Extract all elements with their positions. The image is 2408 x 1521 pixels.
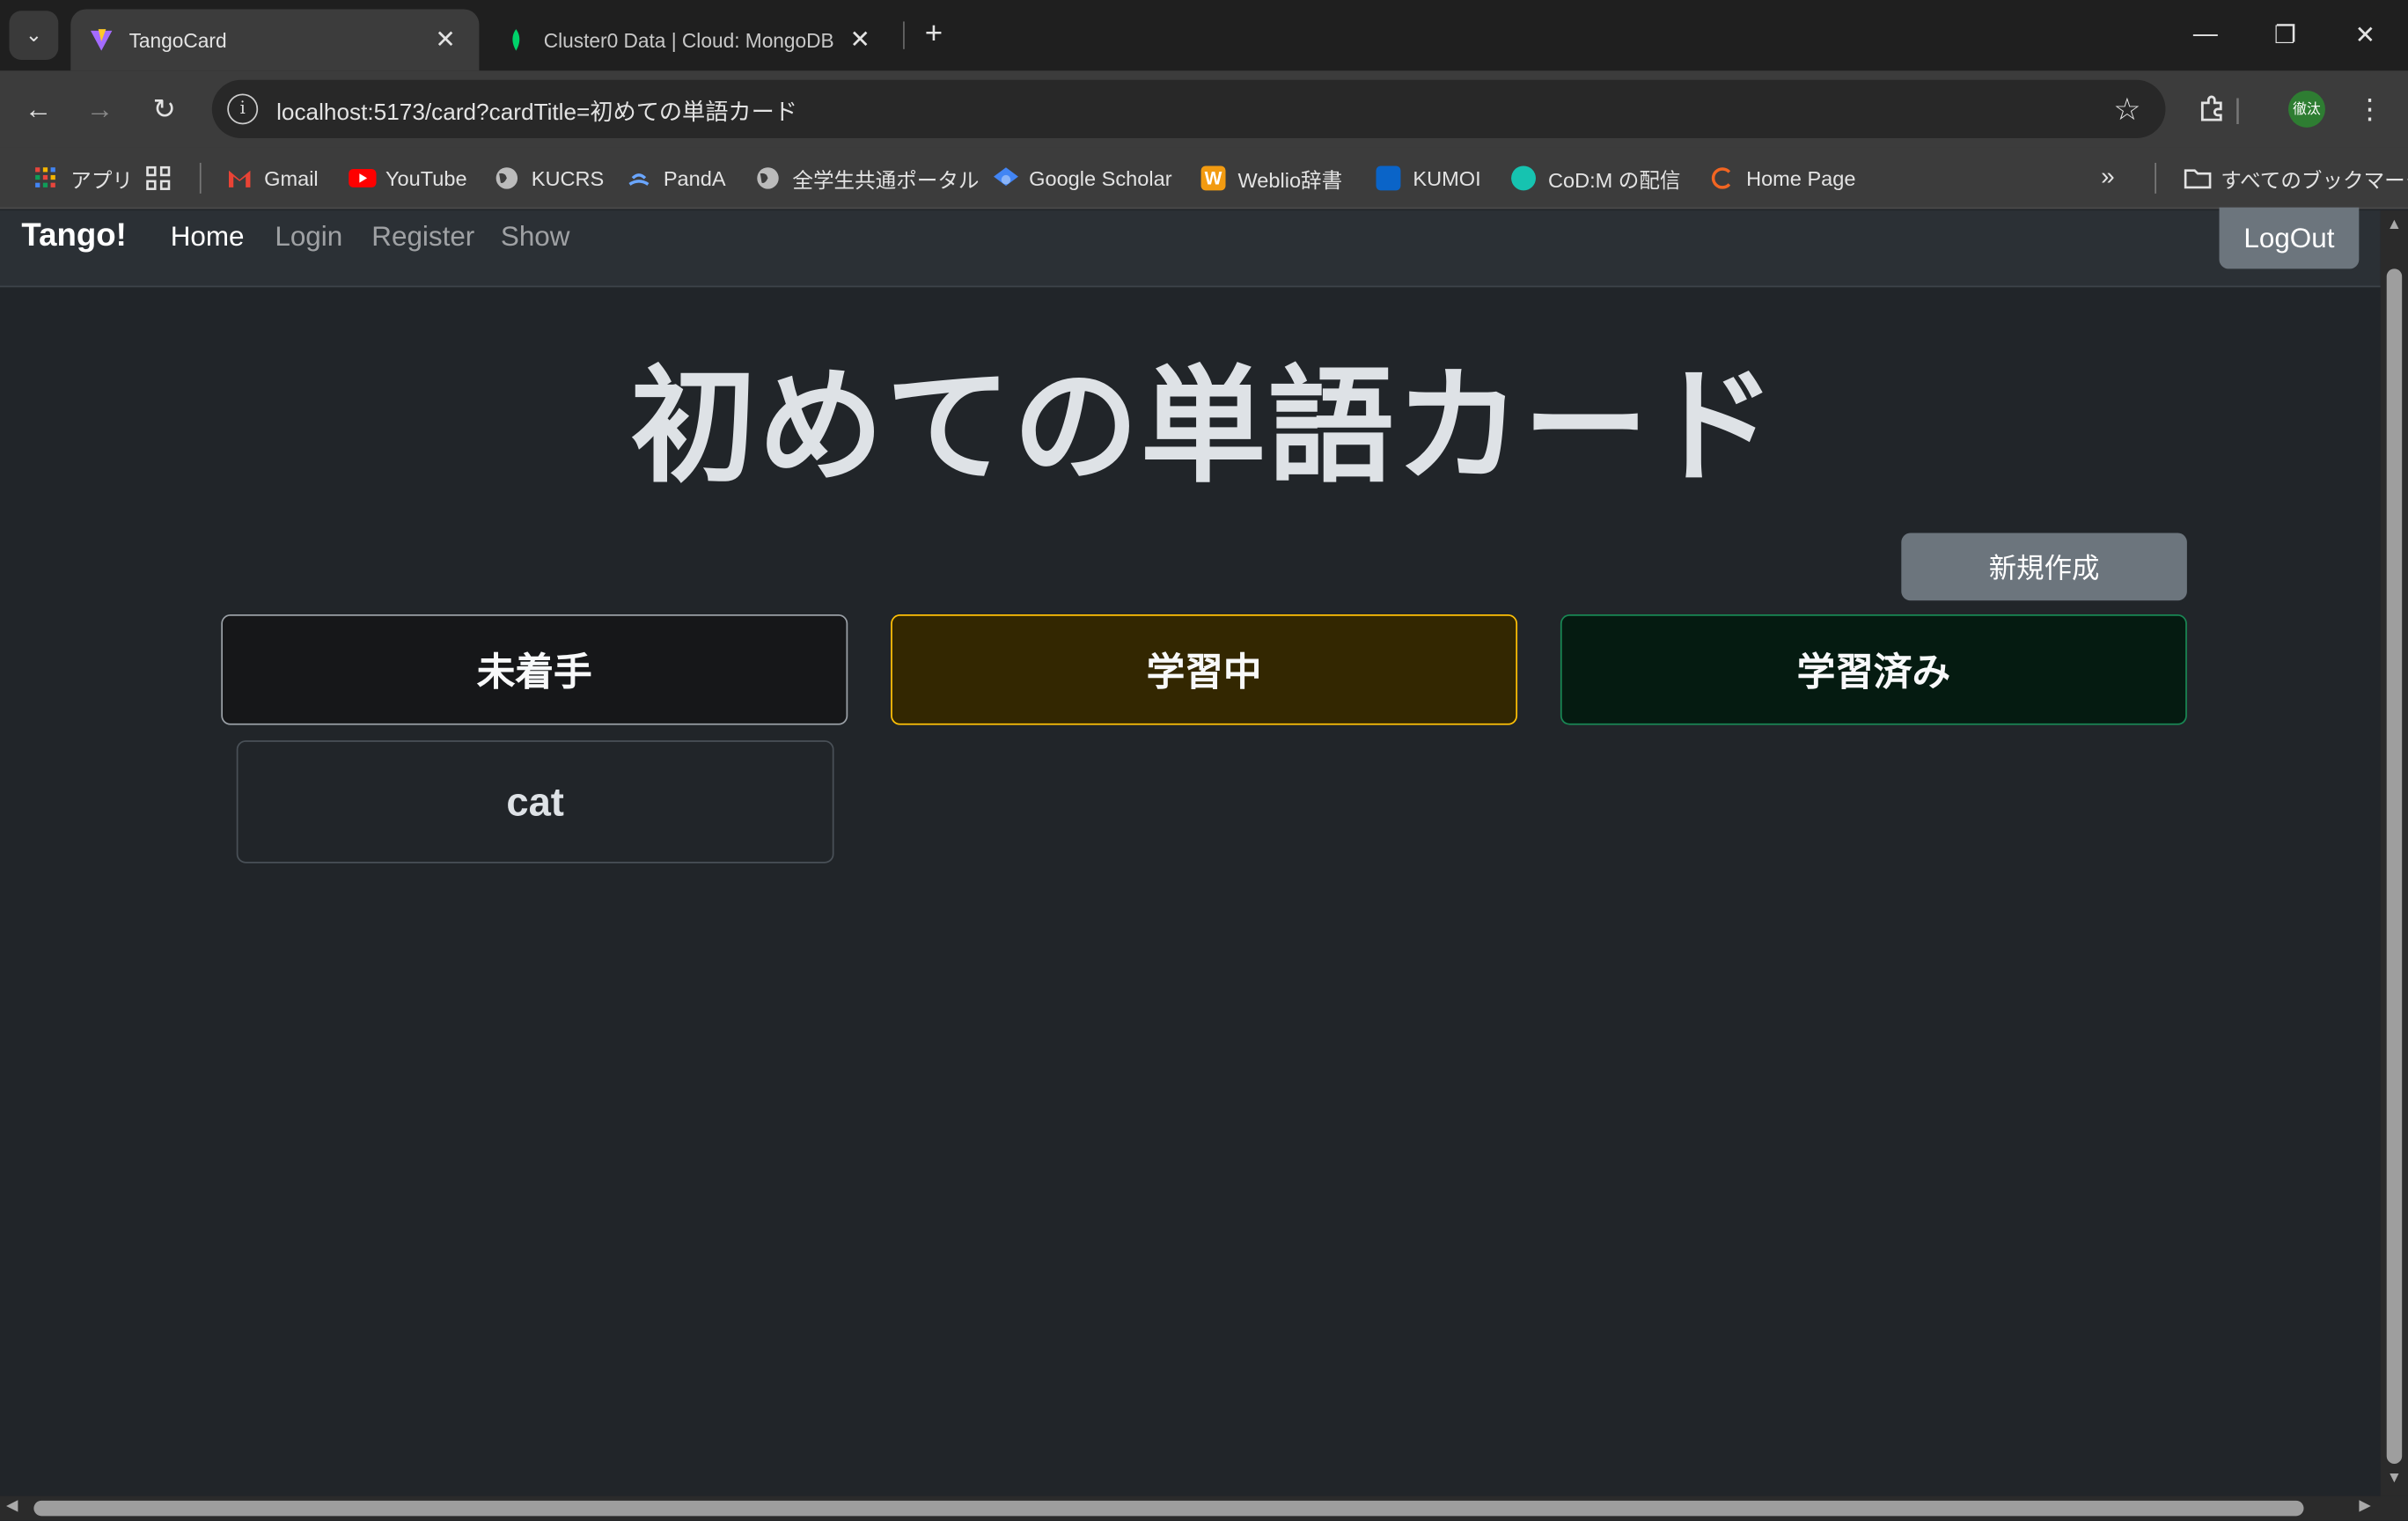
scroll-down-arrow-icon[interactable]: ▼ bbox=[2387, 1470, 2402, 1487]
bookmarks-bar: アプリ Gmail YouTube KUCRS PandA 全学生共通ポータル … bbox=[0, 147, 2408, 209]
globe-icon bbox=[756, 165, 781, 190]
all-bookmarks[interactable]: すべてのブックマーク bbox=[2184, 163, 2408, 194]
nav-link-register[interactable]: Register bbox=[371, 221, 474, 254]
outlook-icon bbox=[1376, 165, 1401, 191]
bookmark-label: KUMOI bbox=[1413, 166, 1481, 190]
scroll-up-arrow-icon[interactable]: ▲ bbox=[2387, 217, 2402, 233]
panda-icon bbox=[627, 165, 651, 190]
bookmark-separator bbox=[199, 162, 202, 194]
toolbar-divider: | bbox=[2234, 92, 2242, 124]
restore-icon[interactable]: ❐ bbox=[2245, 0, 2325, 70]
folder-icon bbox=[2184, 165, 2212, 190]
reload-icon[interactable]: ↻ bbox=[142, 86, 187, 132]
vite-favicon-icon bbox=[89, 27, 114, 52]
bookmark-weblio[interactable]: W Weblio辞書 bbox=[1200, 163, 1343, 194]
bookmark-panda[interactable]: PandA bbox=[627, 163, 726, 194]
bookmark-star-icon[interactable]: ☆ bbox=[2113, 91, 2140, 129]
bookmark-kucrs[interactable]: KUCRS bbox=[495, 163, 604, 194]
bookmark-label: Google Scholar bbox=[1029, 166, 1172, 190]
apps-grid-icon bbox=[33, 165, 58, 190]
horizontal-scrollbar[interactable]: ◀ ▶ bbox=[0, 1495, 2408, 1521]
bookmark-label: PandA bbox=[663, 166, 726, 190]
bookmark-google-scholar[interactable]: Google Scholar bbox=[992, 163, 1172, 194]
column-header-done: 学習済み bbox=[1560, 614, 2187, 725]
page-title: 初めての単語カード bbox=[630, 357, 1778, 498]
bookmark-kumoi[interactable]: KUMOI bbox=[1376, 163, 1481, 194]
scroll-left-arrow-icon[interactable]: ◀ bbox=[6, 1497, 18, 1514]
tab-close-icon[interactable]: ✕ bbox=[845, 25, 876, 55]
scroll-right-arrow-icon[interactable]: ▶ bbox=[2359, 1497, 2370, 1514]
tab-search-chevron-icon[interactable]: ⌄ bbox=[9, 11, 59, 61]
browser-toolbar: ← → ↻ i localhost:5173/card?cardTitle=初め… bbox=[0, 70, 2408, 148]
bookmark-tab-groups[interactable] bbox=[146, 163, 183, 194]
column-header-in-progress: 学習中 bbox=[891, 614, 1518, 725]
app-navbar: Tango! Home Login Register Show LogOut bbox=[0, 207, 2381, 288]
mongodb-leaf-icon bbox=[503, 27, 528, 52]
tab-title: Cluster0 Data | Cloud: MongoDB bbox=[543, 28, 834, 52]
logout-button[interactable]: LogOut bbox=[2219, 207, 2360, 269]
address-bar[interactable]: i localhost:5173/card?cardTitle=初めての単語カー… bbox=[211, 79, 2166, 139]
nav-link-show[interactable]: Show bbox=[501, 221, 570, 254]
bookmark-label: Weblio辞書 bbox=[1237, 168, 1343, 193]
bookmark-label: YouTube bbox=[385, 166, 467, 190]
bookmark-label: CoD:M の配信 bbox=[1547, 168, 1681, 193]
tab-close-icon[interactable]: ✕ bbox=[430, 25, 461, 55]
new-card-button[interactable]: 新規作成 bbox=[1901, 533, 2187, 601]
bookmark-youtube[interactable]: YouTube bbox=[349, 163, 467, 194]
back-arrow-icon[interactable]: ← bbox=[15, 86, 61, 132]
vertical-scroll-thumb[interactable] bbox=[2386, 268, 2403, 1464]
bookmark-apps[interactable]: アプリ bbox=[33, 163, 133, 194]
home-page-icon bbox=[1709, 165, 1734, 190]
bookmark-home-page[interactable]: Home Page bbox=[1709, 163, 1855, 194]
bookmark-label: 全学生共通ポータル bbox=[792, 168, 980, 193]
bookmark-label: Gmail bbox=[264, 166, 319, 190]
extensions-puzzle-icon[interactable] bbox=[2189, 86, 2235, 132]
nav-link-login[interactable]: Login bbox=[275, 221, 342, 254]
tab-groups-icon bbox=[146, 165, 171, 190]
bookmark-label: アプリ bbox=[70, 168, 133, 193]
tab-title: TangoCard bbox=[128, 28, 227, 52]
bookmarks-overflow-chevron-icon[interactable]: » bbox=[2101, 163, 2115, 194]
url-text[interactable]: localhost:5173/card?cardTitle=初めての単語カード bbox=[276, 95, 797, 128]
tab-separator bbox=[903, 21, 905, 49]
vertical-scrollbar[interactable]: ▲ ▼ bbox=[2380, 210, 2408, 1496]
forward-arrow-icon[interactable]: → bbox=[77, 86, 122, 132]
minimize-icon[interactable]: — bbox=[2165, 0, 2245, 70]
tab-mongodb[interactable]: Cluster0 Data | Cloud: MongoDB ✕ bbox=[485, 9, 893, 70]
bookmark-portal[interactable]: 全学生共通ポータル bbox=[756, 163, 980, 194]
globe-icon bbox=[495, 165, 519, 190]
menu-kebab-icon[interactable]: ⋮ bbox=[2346, 86, 2392, 132]
new-tab-plus-icon[interactable]: + bbox=[915, 15, 952, 52]
window-close-icon[interactable]: ✕ bbox=[2325, 0, 2405, 70]
column-header-todo: 未着手 bbox=[221, 614, 848, 725]
bookmark-separator bbox=[2155, 162, 2156, 194]
bookmark-codm[interactable]: CoD:M の配信 bbox=[1511, 163, 1680, 194]
page-content: Tango! Home Login Register Show LogOut 初… bbox=[0, 207, 2381, 1496]
profile-avatar[interactable]: 徹汰 bbox=[2288, 90, 2325, 128]
browser-tab-bar: ⌄ TangoCard ✕ Cluster0 Data | Cloud: Mon… bbox=[0, 0, 2408, 71]
bookmark-label: Home Page bbox=[1746, 166, 1856, 190]
word-card[interactable]: cat bbox=[236, 740, 834, 863]
tab-tangocard[interactable]: TangoCard ✕ bbox=[70, 9, 480, 71]
scholar-icon bbox=[992, 165, 1018, 190]
weblio-icon: W bbox=[1200, 165, 1226, 191]
site-info-icon[interactable]: i bbox=[227, 93, 259, 125]
bookmark-label: KUCRS bbox=[531, 166, 605, 190]
horizontal-scroll-thumb[interactable] bbox=[33, 1500, 2304, 1517]
nav-link-home[interactable]: Home bbox=[171, 221, 245, 254]
gmail-icon bbox=[227, 165, 252, 190]
app-brand[interactable]: Tango! bbox=[21, 218, 126, 255]
all-bookmarks-label: すべてのブックマーク bbox=[2221, 168, 2408, 193]
youtube-icon bbox=[349, 165, 377, 190]
bookmark-gmail[interactable]: Gmail bbox=[227, 163, 319, 194]
codm-icon bbox=[1511, 165, 1536, 191]
